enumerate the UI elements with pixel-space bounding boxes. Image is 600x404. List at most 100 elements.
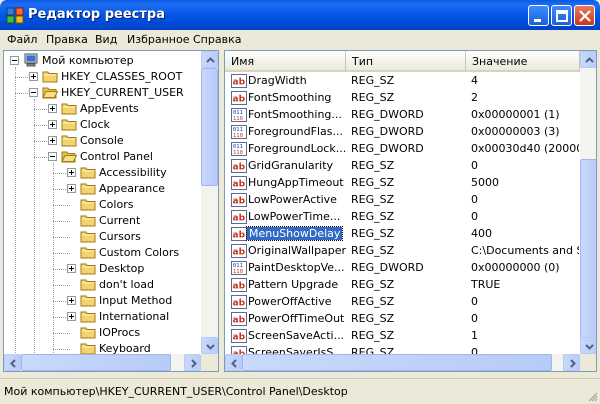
column-header-data[interactable]: Значение [466,51,580,72]
window-title: Редактор реестра [28,7,165,22]
expand-icon[interactable] [67,184,76,193]
scroll-down-button[interactable] [201,337,218,354]
collapse-icon[interactable] [29,88,38,97]
value-row[interactable]: 011 110 ForegroundLock... REG_DWORD 0x00030d… [225,141,580,158]
tree-item-appearance[interactable]: Appearance [4,181,200,197]
value-row[interactable]: ab MenuShowDelay REG_SZ 400 [225,226,580,243]
scroll-thumb[interactable] [201,68,218,186]
scroll-thumb[interactable] [580,159,596,351]
value-row[interactable]: ab HungAppTimeout REG_SZ 5000 [225,175,580,192]
scroll-thumb[interactable] [21,354,171,371]
scroll-left-button[interactable] [225,354,242,371]
tree-item-hkey-classes-root[interactable]: HKEY_CLASSES_ROOT [4,69,200,85]
value-type: REG_SZ [351,312,395,325]
value-name: HungAppTimeout [248,176,344,189]
expand-icon[interactable] [48,120,57,129]
value-row[interactable]: ab PowerOffTimeOut REG_SZ 0 [225,311,580,328]
scroll-right-button[interactable] [184,354,201,371]
expand-icon[interactable] [67,312,76,321]
column-header-name[interactable]: Имя [225,51,346,72]
title-bar[interactable]: Редактор реестра [0,0,600,30]
tree-item-appevents[interactable]: AppEvents [4,101,200,117]
column-header-type[interactable]: Тип [346,51,466,72]
value-data: 0 [471,193,478,206]
tree-item-cursors[interactable]: Cursors [4,229,200,245]
value-row[interactable]: ab LowPowerTime... REG_SZ 0 [225,209,580,226]
tree-item-international[interactable]: International [4,309,200,325]
close-button[interactable] [574,5,595,26]
menu-edit[interactable]: Правка [46,33,88,46]
tree-item-current[interactable]: Current [4,213,200,229]
folder-icon [80,325,96,339]
tree-item-custom-colors[interactable]: Custom Colors [4,245,200,261]
tree-item-label: Colors [99,198,134,211]
value-row[interactable]: ab GridGranularity REG_SZ 0 [225,158,580,175]
menu-help[interactable]: Справка [193,33,241,46]
tree-item-input-method[interactable]: Input Method [4,293,200,309]
tree-item-label: IOProcs [99,326,141,339]
tree-item-colors[interactable]: Colors [4,197,200,213]
folder-icon [80,261,96,275]
tree-item-don-t-load[interactable]: don't load [4,277,200,293]
minimize-button[interactable] [528,5,549,26]
tree-item-label: Custom Colors [99,246,180,259]
expand-icon[interactable] [29,72,38,81]
tree-item-console[interactable]: Console [4,133,200,149]
scroll-thumb[interactable] [242,354,552,371]
value-row[interactable]: ab OriginalWallpaper REG_SZ C:\Documents an… [225,243,580,260]
value-row[interactable]: 011 110 FontSmoothing... REG_DWORD 0x0000000… [225,107,580,124]
expand-icon[interactable] [67,296,76,305]
value-data: 0 [471,210,478,223]
tree-horizontal-scrollbar[interactable] [4,354,218,371]
values-list[interactable]: Имя Тип Значение ab DragWidth REG_SZ 4 ab Fon… [224,50,597,372]
tree-item-label: don't load [99,278,155,291]
scroll-right-button[interactable] [563,354,580,371]
value-name: FontSmoothing [248,91,332,104]
menu-view[interactable]: Вид [95,33,117,46]
value-row[interactable]: ab LowPowerActive REG_SZ 0 [225,192,580,209]
tree-item-hkey-current-user[interactable]: HKEY_CURRENT_USER [4,85,200,101]
list-horizontal-scrollbar[interactable] [225,354,596,371]
collapse-icon[interactable] [48,152,57,161]
maximize-button[interactable] [551,5,572,26]
status-bar: Мой компьютер\HKEY_CURRENT_USER\Control … [0,378,600,404]
value-row[interactable]: ab PowerOffActive REG_SZ 0 [225,294,580,311]
tree-item-desktop[interactable]: Desktop [4,261,200,277]
computer-icon [23,53,39,67]
tree-vertical-scrollbar[interactable] [201,51,218,354]
scroll-left-button[interactable] [4,354,21,371]
tree-item-control-panel[interactable]: Control Panel [4,149,200,165]
resize-grip-icon[interactable] [586,390,598,402]
list-vertical-scrollbar[interactable] [580,51,596,354]
value-data: 0 [471,159,478,172]
menu-favorites[interactable]: Избранное [127,33,189,46]
svg-text:ab: ab [233,163,246,173]
value-row[interactable]: ab Pattern Upgrade REG_SZ TRUE [225,277,580,294]
value-type: REG_SZ [351,210,395,223]
value-type: REG_SZ [351,227,395,240]
tree-item-мой-компьютер[interactable]: Мой компьютер [4,53,200,69]
registry-tree[interactable]: Мой компьютер HKEY_CLASSES_ROOT HKEY_CURRE… [3,50,219,372]
value-type: REG_DWORD [351,261,424,274]
scroll-up-button[interactable] [201,51,218,68]
value-row[interactable]: 011 110 PaintDesktopVe... REG_DWORD 0x000000… [225,260,580,277]
tree-item-clock[interactable]: Clock [4,117,200,133]
expand-icon[interactable] [67,264,76,273]
scroll-up-button[interactable] [580,51,596,68]
menu-file[interactable]: Файл [7,33,37,46]
folder-icon [80,245,96,259]
expand-icon[interactable] [67,168,76,177]
expand-icon[interactable] [48,136,57,145]
value-row[interactable]: ab DragWidth REG_SZ 4 [225,73,580,90]
folder-icon [80,309,96,323]
value-row[interactable]: ab FontSmoothing REG_SZ 2 [225,90,580,107]
scroll-down-button[interactable] [580,337,596,354]
svg-text:110: 110 [233,116,243,122]
tree-item-accessibility[interactable]: Accessibility [4,165,200,181]
collapse-icon[interactable] [10,56,19,65]
value-row[interactable]: 011 110 ForegroundFlas... REG_DWORD 0x000000… [225,124,580,141]
tree-item-ioprocs[interactable]: IOProcs [4,325,200,341]
value-row[interactable]: ab ScreenSaveActi... REG_SZ 1 [225,328,580,345]
expand-icon[interactable] [48,104,57,113]
tree-item-label: AppEvents [80,102,139,115]
